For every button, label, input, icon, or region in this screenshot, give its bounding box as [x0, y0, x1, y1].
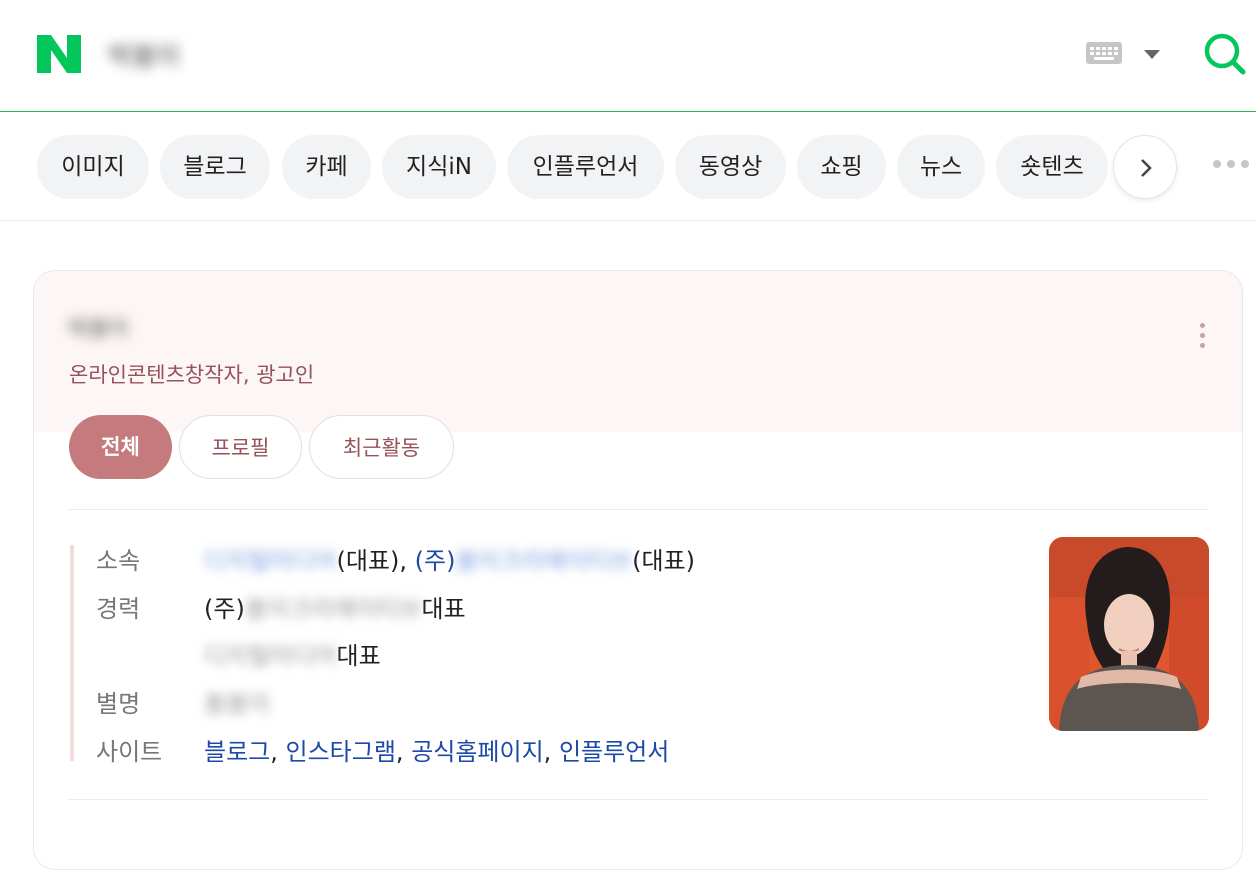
label-career: 경력: [96, 595, 141, 623]
divider: [68, 799, 1208, 800]
search-icon[interactable]: [1203, 32, 1247, 76]
search-query[interactable]: 박봄이: [108, 36, 208, 72]
career-org-1: 봄이크리에이티브: [244, 595, 422, 623]
profile-photo[interactable]: [1049, 537, 1209, 731]
tab-shortents[interactable]: 숏텐츠: [996, 135, 1108, 199]
alias-value: 봄봄이: [204, 690, 271, 718]
tab-shopping[interactable]: 쇼핑: [797, 135, 886, 199]
career-prefix-1: (주): [204, 595, 245, 623]
chevron-down-icon[interactable]: [1144, 50, 1160, 59]
affiliation-suffix-2: (대표): [632, 547, 695, 575]
label-affiliation: 소속: [96, 547, 141, 575]
value-sites: 블로그, 인스타그램, 공식홈페이지, 인플루언서: [204, 732, 669, 767]
site-separator: ,: [395, 738, 412, 766]
career-suffix-1: 대표: [421, 595, 466, 623]
kebab-menu-icon[interactable]: [1199, 323, 1207, 349]
tab-images[interactable]: 이미지: [37, 135, 149, 199]
affiliation-prefix-2[interactable]: (주): [415, 547, 456, 575]
site-link-influencer[interactable]: 인플루언서: [559, 738, 669, 766]
career-org-2: 디지털미디어: [204, 642, 337, 670]
naver-logo-icon[interactable]: [37, 35, 81, 73]
tab-knowledge-in[interactable]: 지식iN: [382, 135, 496, 199]
site-link-blog[interactable]: 블로그: [204, 738, 270, 766]
value-alias: 봄봄이: [204, 684, 270, 719]
info-accent-bar: [70, 545, 74, 761]
career-suffix-2: 대표: [336, 642, 381, 670]
profile-card: 박봄이 온라인콘텐츠창작자, 광고인 전체 프로필 최근활동 소속 디지털미디어…: [33, 270, 1243, 870]
profile-occupation: 온라인콘텐츠창작자, 광고인: [69, 363, 315, 387]
pill-recent-activity[interactable]: 최근활동: [309, 415, 454, 479]
affiliation-org-link-1[interactable]: 디지털미디어: [204, 541, 336, 576]
profile-name[interactable]: 박봄이: [68, 311, 158, 347]
divider: [68, 509, 1208, 510]
value-affiliation: 디지털미디어(대표), (주)봄이크리에이티브(대표): [204, 541, 695, 576]
value-career-2: 디지털미디어대표: [204, 636, 381, 671]
search-header: 박봄이: [0, 0, 1256, 112]
keyboard-icon[interactable]: [1086, 42, 1122, 64]
tab-influencer[interactable]: 인플루언서: [507, 135, 664, 199]
tab-news[interactable]: 뉴스: [897, 135, 985, 199]
site-separator: ,: [270, 738, 286, 766]
tab-cafe[interactable]: 카페: [282, 135, 371, 199]
pill-all[interactable]: 전체: [69, 415, 172, 479]
label-alias: 별명: [96, 690, 141, 718]
affiliation-org-link-2[interactable]: 봄이크리에이티브: [455, 541, 632, 576]
site-link-homepage[interactable]: 공식홈페이지: [411, 738, 543, 766]
more-options-icon[interactable]: [1213, 160, 1253, 172]
site-link-instagram[interactable]: 인스타그램: [286, 738, 396, 766]
site-separator: ,: [543, 738, 559, 766]
label-sites: 사이트: [96, 738, 163, 766]
tab-blog[interactable]: 블로그: [160, 135, 270, 199]
chevron-right-icon: [1141, 159, 1152, 177]
pill-profile[interactable]: 프로필: [179, 415, 302, 479]
affiliation-suffix-1: (대표),: [336, 547, 415, 575]
tab-video[interactable]: 동영상: [675, 135, 786, 199]
tabs-next-button[interactable]: [1113, 135, 1177, 199]
value-career-1: (주)봄이크리에이티브대표: [204, 589, 466, 624]
category-tabs: 이미지 블로그 카페 지식iN 인플루언서 동영상 쇼핑 뉴스 숏텐츠: [0, 112, 1256, 221]
